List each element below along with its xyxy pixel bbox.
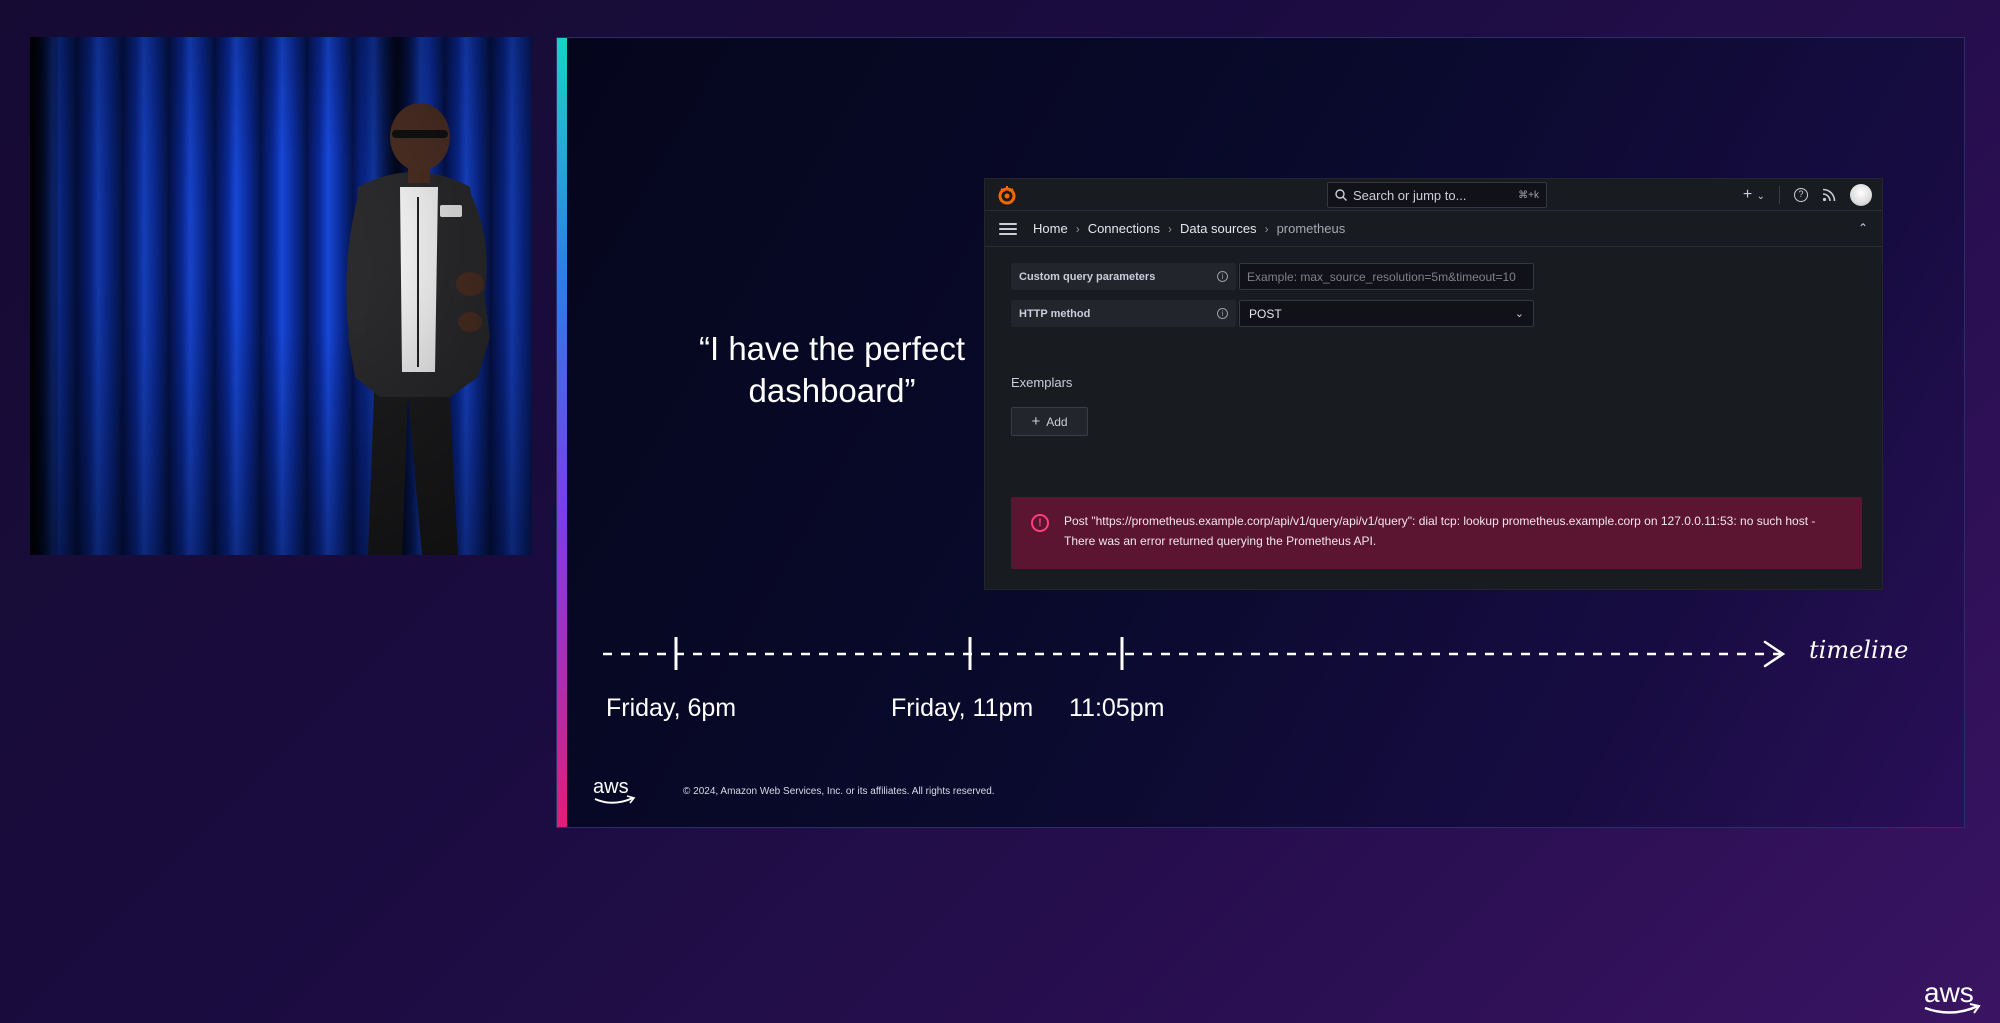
timeline-label: timeline — [1809, 636, 1909, 664]
timeline-event-friday-11pm: Friday, 11pm — [891, 694, 1034, 722]
svg-text:aws: aws — [1924, 977, 1974, 1008]
speaker-video — [30, 37, 532, 555]
timeline-event-friday-6pm: Friday, 6pm — [606, 694, 737, 722]
video-vignette — [30, 37, 532, 555]
presentation-slide: “I have the perfect dashboard” Search or… — [556, 37, 1965, 828]
svg-text:aws: aws — [593, 776, 629, 798]
aws-logo-icon: aws — [593, 776, 636, 804]
aws-logo-icon: aws — [1924, 977, 1981, 1014]
footer-copyright: © 2024, Amazon Web Services, Inc. or its… — [683, 786, 995, 797]
timeline — [603, 637, 1786, 670]
timeline-event-1105pm: 11:05pm — [1069, 694, 1165, 722]
